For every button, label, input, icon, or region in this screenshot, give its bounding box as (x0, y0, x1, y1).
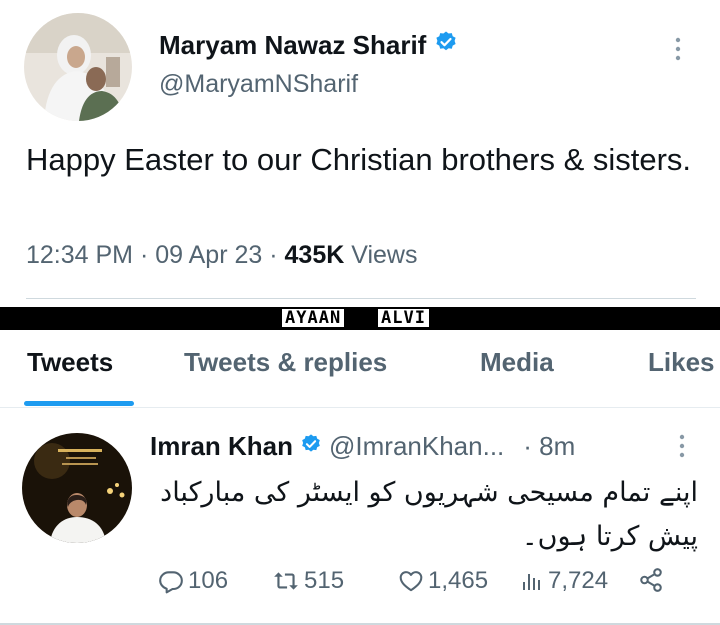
tweet-time[interactable]: · 8m (523, 431, 575, 462)
reply-button[interactable]: 106 (158, 567, 228, 595)
reply-icon (158, 568, 184, 594)
meta-separator: · (269, 241, 278, 269)
author-name-row: Maryam Nawaz Sharif (159, 30, 458, 61)
tweet-text-line: اپنے تمام مسیحی شہریوں کو ایسٹر کی مبارک… (160, 477, 698, 508)
maryam-avatar[interactable] (24, 13, 132, 121)
imran-avatar[interactable] (22, 433, 132, 543)
active-tab-indicator (24, 401, 134, 406)
views-label: Views (351, 241, 418, 269)
tab-tweets[interactable]: Tweets (27, 347, 113, 378)
heart-icon (398, 568, 424, 594)
author-name[interactable]: Maryam Nawaz Sharif (159, 30, 426, 61)
watermark-word: ALVI (376, 307, 431, 329)
divider (26, 298, 696, 299)
reply-count: 106 (188, 567, 229, 594)
tweet-date[interactable]: 09 Apr 23 (155, 241, 262, 269)
author-handle[interactable]: @MaryamNSharif (159, 70, 358, 99)
top-tweet: Maryam Nawaz Sharif @MaryamNSharif Happy… (0, 0, 720, 300)
author-name[interactable]: Imran Khan (150, 431, 293, 462)
like-button[interactable]: 1,465 (398, 567, 488, 595)
imran-tweet[interactable]: Imran Khan @ImranKhan... · 8m اپنے تمام … (0, 409, 720, 625)
meta-separator: · (139, 241, 149, 269)
like-count: 1,465 (428, 567, 489, 594)
tweet-text: اپنے تمام مسیحی شہریوں کو ایسٹر کی مبارک… (150, 471, 698, 559)
retweet-icon (272, 568, 300, 594)
verified-badge-icon (434, 30, 458, 61)
tweet-text: Happy Easter to our Christian brothers &… (26, 142, 692, 177)
share-button[interactable] (638, 567, 664, 593)
share-icon (638, 567, 664, 593)
views-count[interactable]: 435K (285, 241, 345, 269)
author-handle[interactable]: @ImranKhan... (329, 431, 504, 462)
retweet-count: 515 (304, 567, 345, 594)
tab-likes[interactable]: Likes (648, 347, 715, 378)
tweet-meta: 12:34 PM · 09 Apr 23 · 435K Views (26, 241, 417, 270)
tab-media[interactable]: Media (480, 347, 554, 378)
more-vertical-icon[interactable] (672, 431, 692, 461)
tweet-time[interactable]: 12:34 PM (26, 241, 133, 269)
tweet-text-line: پیش کرتا ہوں۔ (521, 521, 698, 552)
views-button[interactable]: 7,724 (520, 567, 608, 595)
verified-badge-icon (300, 431, 322, 462)
profile-tabs: Tweets Tweets & replies Media Likes (0, 330, 720, 408)
retweet-button[interactable]: 515 (272, 567, 344, 595)
more-vertical-icon[interactable] (668, 34, 688, 64)
watermark-banner: AYAAN ALVI (0, 307, 720, 330)
views-count: 7,724 (548, 567, 609, 594)
views-icon (520, 568, 544, 594)
tab-tweets-and-replies[interactable]: Tweets & replies (184, 347, 387, 378)
tweet-header: Imran Khan @ImranKhan... · 8m (150, 431, 575, 462)
watermark-word: AYAAN (280, 307, 347, 329)
